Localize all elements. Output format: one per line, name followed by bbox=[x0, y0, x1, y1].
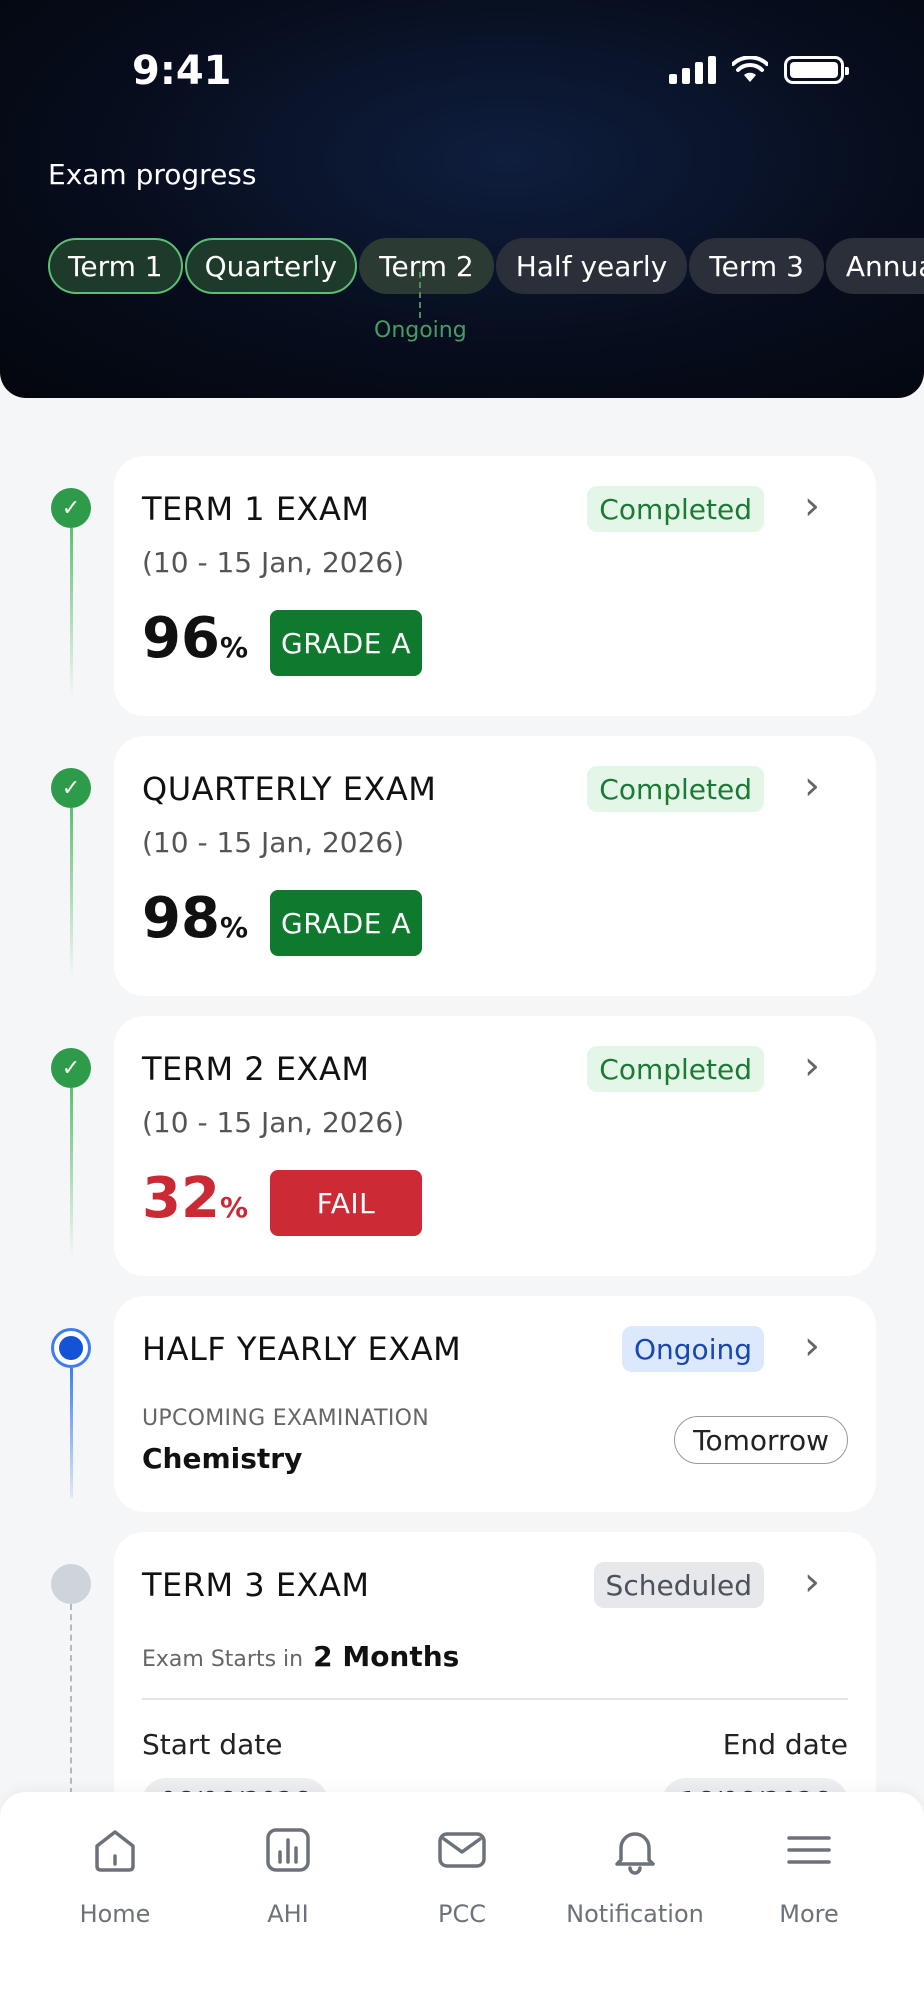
chip-term-1[interactable]: Term 1 bbox=[48, 238, 183, 294]
battery-icon bbox=[784, 56, 849, 84]
exam-title: HALF YEARLY EXAM bbox=[142, 1330, 462, 1368]
exam-score: 96% bbox=[142, 606, 248, 671]
exam-card-term-3[interactable]: TERM 3 EXAM Scheduled › Exam Starts in 2 … bbox=[114, 1532, 876, 1832]
end-date-label: End date bbox=[722, 1728, 848, 1761]
exam-title: TERM 2 EXAM bbox=[142, 1050, 370, 1088]
nav-label: AHI bbox=[267, 1900, 309, 1928]
exam-score: 98% bbox=[142, 886, 248, 951]
exam-card-term-1[interactable]: TERM 1 EXAM Completed › (10 - 15 Jan, 20… bbox=[114, 456, 876, 716]
grade-badge: GRADE A bbox=[270, 890, 422, 956]
upcoming-subject: Chemistry bbox=[142, 1442, 303, 1475]
chevron-right-icon[interactable]: › bbox=[804, 766, 840, 806]
chip-annual[interactable]: Annual bbox=[825, 238, 924, 294]
timeline-connector bbox=[70, 1088, 73, 1258]
status-icons bbox=[669, 56, 849, 84]
exam-card-term-2[interactable]: TERM 2 EXAM Completed › (10 - 15 Jan, 20… bbox=[114, 1016, 876, 1276]
exam-chip-row: Term 1 Quarterly Term 2 Half yearly Term… bbox=[48, 238, 924, 294]
start-date-label: Start date bbox=[142, 1728, 283, 1761]
chevron-right-icon[interactable]: › bbox=[804, 1562, 840, 1602]
home-icon bbox=[87, 1822, 143, 1878]
when-pill: Tomorrow bbox=[674, 1416, 848, 1464]
exam-title: TERM 1 EXAM bbox=[142, 490, 370, 528]
wifi-icon bbox=[732, 56, 768, 82]
cellular-signal-icon bbox=[669, 56, 716, 84]
bottom-navigation: Home AHI PCC Notification More bbox=[0, 1792, 924, 2000]
nav-notification[interactable]: Notification bbox=[550, 1822, 720, 1928]
exam-dates: (10 - 15 Jan, 2026) bbox=[142, 1106, 405, 1139]
check-icon: ✓ bbox=[51, 768, 91, 808]
status-badge: Scheduled bbox=[593, 1562, 764, 1608]
status-badge: Completed bbox=[587, 486, 764, 532]
exam-dates: (10 - 15 Jan, 2026) bbox=[142, 546, 405, 579]
nav-label: Home bbox=[79, 1900, 151, 1928]
exam-title: QUARTERLY EXAM bbox=[142, 770, 437, 808]
status-time: 9:41 bbox=[132, 48, 232, 94]
menu-icon bbox=[781, 1822, 837, 1878]
starts-in: Exam Starts in 2 Months bbox=[142, 1640, 460, 1673]
chevron-right-icon[interactable]: › bbox=[804, 1326, 840, 1366]
status-badge: Completed bbox=[587, 766, 764, 812]
ongoing-dot-icon bbox=[51, 1328, 91, 1368]
fail-badge: FAIL bbox=[270, 1170, 422, 1236]
nav-label: Notification bbox=[566, 1900, 704, 1928]
chip-term-3[interactable]: Term 3 bbox=[689, 238, 824, 294]
exam-progress-header: 9:41 Exam progress Term 1 Quarterly Term… bbox=[0, 0, 924, 398]
nav-ahi[interactable]: AHI bbox=[203, 1822, 373, 1928]
divider bbox=[142, 1698, 848, 1700]
nav-pcc[interactable]: PCC bbox=[377, 1822, 547, 1928]
upcoming-label: UPCOMING EXAMINATION bbox=[142, 1406, 430, 1431]
timeline-connector bbox=[70, 528, 73, 698]
exam-dates: (10 - 15 Jan, 2026) bbox=[142, 826, 405, 859]
page-title: Exam progress bbox=[48, 158, 257, 191]
timeline-connector bbox=[70, 808, 73, 978]
nav-more[interactable]: More bbox=[724, 1822, 894, 1928]
scheduled-dot-icon bbox=[51, 1564, 91, 1604]
check-icon: ✓ bbox=[51, 488, 91, 528]
chart-icon bbox=[260, 1822, 316, 1878]
status-badge: Completed bbox=[587, 1046, 764, 1092]
chevron-right-icon[interactable]: › bbox=[804, 1046, 840, 1086]
ongoing-marker-label: Ongoing bbox=[374, 318, 467, 343]
chip-quarterly[interactable]: Quarterly bbox=[184, 238, 358, 294]
mail-icon bbox=[434, 1822, 490, 1878]
timeline-connector bbox=[70, 1368, 73, 1498]
grade-badge: GRADE A bbox=[270, 610, 422, 676]
check-icon: ✓ bbox=[51, 1048, 91, 1088]
exam-card-half-yearly[interactable]: HALF YEARLY EXAM Ongoing › UPCOMING EXAM… bbox=[114, 1296, 876, 1512]
chevron-right-icon[interactable]: › bbox=[804, 486, 840, 526]
bell-icon bbox=[607, 1822, 663, 1878]
nav-label: PCC bbox=[438, 1900, 486, 1928]
nav-label: More bbox=[779, 1900, 839, 1928]
exam-title: TERM 3 EXAM bbox=[142, 1566, 370, 1604]
chip-term-2[interactable]: Term 2 bbox=[359, 238, 494, 294]
timeline-connector bbox=[70, 1604, 73, 1794]
ongoing-marker-line bbox=[419, 272, 421, 318]
chip-half-yearly[interactable]: Half yearly bbox=[495, 238, 688, 294]
status-badge: Ongoing bbox=[622, 1326, 764, 1372]
nav-home[interactable]: Home bbox=[30, 1822, 200, 1928]
exam-card-quarterly[interactable]: QUARTERLY EXAM Completed › (10 - 15 Jan,… bbox=[114, 736, 876, 996]
exam-score: 32% bbox=[142, 1166, 248, 1231]
